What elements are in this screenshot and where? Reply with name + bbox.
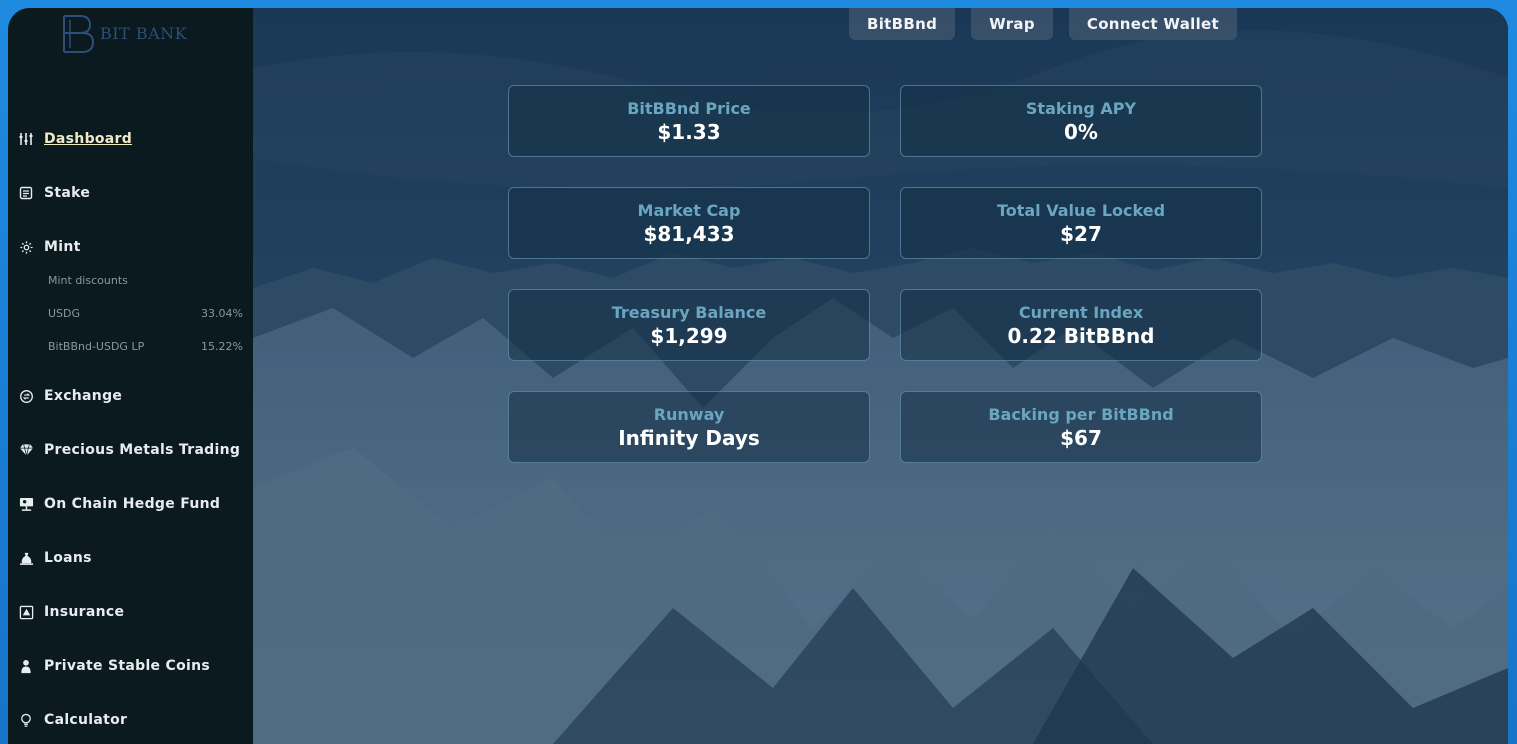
mint-submenu: Mint discounts USDG 33.04% BitBBnd-USDG … <box>8 264 253 363</box>
stat-card-tvl: Total Value Locked $27 <box>900 187 1262 259</box>
stat-title: Treasury Balance <box>611 302 767 322</box>
sidebar: BIT BANK Dashboard Stake Mint Mint disco… <box>8 8 253 744</box>
connect-wallet-button[interactable]: Connect Wallet <box>1068 8 1237 40</box>
gear-icon <box>18 239 34 255</box>
logo-icon <box>60 14 96 53</box>
sidebar-item-exchange[interactable]: Exchange <box>8 369 253 423</box>
stat-title: Staking APY <box>1025 98 1137 118</box>
sidebar-item-precious-metals[interactable]: Precious Metals Trading <box>8 423 253 477</box>
discount-name: BitBBnd-USDG LP <box>48 340 145 353</box>
stat-card-apy: Staking APY 0% <box>900 85 1262 157</box>
stat-card-index: Current Index 0.22 BitBBnd <box>900 289 1262 361</box>
stat-value: 0.22 BitBBnd <box>1007 323 1155 348</box>
discount-value: 15.22% <box>201 340 243 353</box>
sidebar-item-label: Loans <box>44 550 92 566</box>
stat-card-price: BitBBnd Price $1.33 <box>508 85 870 157</box>
sidebar-item-label: Exchange <box>44 388 123 404</box>
stat-title: Total Value Locked <box>996 200 1166 220</box>
stat-card-runway: Runway Infinity Days <box>508 391 870 463</box>
stat-value: $1,299 <box>650 323 728 348</box>
mint-discount-row[interactable]: BitBBnd-USDG LP 15.22% <box>48 330 243 363</box>
sliders-icon <box>18 131 34 147</box>
sidebar-item-label: On Chain Hedge Fund <box>44 496 221 512</box>
stat-value: 0% <box>1064 119 1098 144</box>
discount-name: USDG <box>48 307 81 320</box>
sidebar-nav: Dashboard Stake Mint Mint discounts USDG… <box>8 112 253 744</box>
lightbulb-icon <box>18 712 34 728</box>
presentation-icon <box>18 496 34 512</box>
sidebar-item-loans[interactable]: Loans <box>8 531 253 585</box>
sidebar-item-label: Calculator <box>44 712 128 728</box>
document-icon <box>18 185 34 201</box>
stat-value: $81,433 <box>643 221 735 246</box>
stat-value: Infinity Days <box>618 425 760 450</box>
sidebar-item-dashboard[interactable]: Dashboard <box>8 112 253 166</box>
stat-value: $67 <box>1060 425 1102 450</box>
top-nav: BitBBnd Wrap Connect Wallet <box>849 8 1237 40</box>
mint-discount-row[interactable]: USDG 33.04% <box>48 297 243 330</box>
sidebar-item-hedge-fund[interactable]: On Chain Hedge Fund <box>8 477 253 531</box>
main-content: BitBBnd Wrap Connect Wallet BitBBnd Pric… <box>253 8 1508 744</box>
stat-title: Market Cap <box>637 200 741 220</box>
sidebar-item-insurance[interactable]: Insurance <box>8 585 253 639</box>
stat-value: $27 <box>1060 221 1102 246</box>
stat-title: Runway <box>653 404 725 424</box>
stat-title: BitBBnd Price <box>627 98 751 118</box>
sidebar-item-private-stable-coins[interactable]: Private Stable Coins <box>8 639 253 693</box>
insurance-icon <box>18 604 34 620</box>
wrap-button[interactable]: Wrap <box>971 8 1053 40</box>
sidebar-item-label: Insurance <box>44 604 125 620</box>
stat-title: Backing per BitBBnd <box>988 404 1174 424</box>
stat-title: Current Index <box>1018 302 1144 322</box>
sidebar-item-label: Precious Metals Trading <box>44 442 241 458</box>
discount-value: 33.04% <box>201 307 243 320</box>
bitbbnd-button[interactable]: BitBBnd <box>849 8 956 40</box>
sidebar-item-label: Stake <box>44 185 91 201</box>
stat-card-market-cap: Market Cap $81,433 <box>508 187 870 259</box>
stat-card-treasury: Treasury Balance $1,299 <box>508 289 870 361</box>
sidebar-item-label: Private Stable Coins <box>44 658 211 674</box>
exchange-icon <box>18 388 34 404</box>
money-bag-icon <box>18 550 34 566</box>
diamond-icon <box>18 442 34 458</box>
sidebar-item-calculator[interactable]: Calculator <box>8 693 253 744</box>
mint-discounts-heading: Mint discounts <box>48 264 243 297</box>
stat-value: $1.33 <box>657 119 721 144</box>
sidebar-item-label: Dashboard <box>44 131 133 147</box>
stat-card-backing: Backing per BitBBnd $67 <box>900 391 1262 463</box>
stats-grid: BitBBnd Price $1.33 Staking APY 0% Marke… <box>508 85 1262 463</box>
submenu-heading: Mint discounts <box>48 274 128 287</box>
sidebar-item-label: Mint <box>44 239 81 255</box>
app-window: BIT BANK Dashboard Stake Mint Mint disco… <box>8 8 1508 744</box>
logo-text: BIT BANK <box>100 23 188 43</box>
person-icon <box>18 658 34 674</box>
sidebar-item-stake[interactable]: Stake <box>8 166 253 220</box>
logo[interactable]: BIT BANK <box>60 14 188 53</box>
